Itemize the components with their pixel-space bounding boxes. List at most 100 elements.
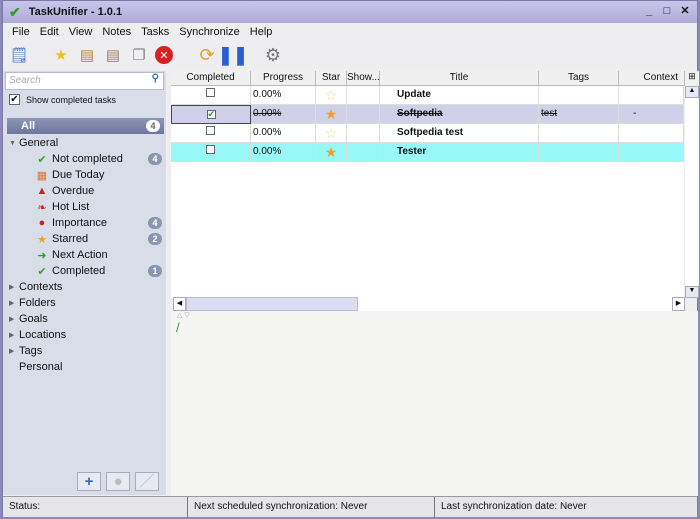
- expand-icon[interactable]: ▼: [9, 140, 19, 147]
- maximize-button[interactable]: □: [659, 4, 675, 19]
- column-header-completed[interactable]: Completed: [171, 71, 251, 86]
- star-empty-icon[interactable]: ☆: [316, 86, 347, 105]
- menu-tasks[interactable]: Tasks: [136, 23, 174, 41]
- edit-icon[interactable]: ▤: [77, 45, 97, 65]
- tags-cell[interactable]: [539, 143, 619, 162]
- table-row[interactable]: 0.00% ☆ Softpedia test: [171, 124, 684, 143]
- vertical-scrollbar[interactable]: ▲ ▼: [685, 86, 699, 298]
- show-cell[interactable]: [347, 143, 380, 162]
- show-cell[interactable]: [347, 105, 380, 124]
- pause-icon[interactable]: ❚❚: [218, 45, 248, 65]
- column-header-title[interactable]: Title: [380, 71, 539, 86]
- menu-synchronize[interactable]: Synchronize: [174, 23, 245, 41]
- table-row[interactable]: 0.00% ☆ Update: [171, 86, 684, 105]
- sidebar-item-starred[interactable]: ★ Starred 2: [3, 231, 166, 247]
- completed-cell[interactable]: [171, 86, 251, 105]
- table-row[interactable]: ✔ 0.00% ★ Softpedia test -: [171, 105, 684, 124]
- title-cell[interactable]: Softpedia: [380, 105, 539, 124]
- tree-general[interactable]: ▼ General: [3, 135, 166, 151]
- tags-cell[interactable]: test: [539, 105, 619, 124]
- column-header-star[interactable]: Star: [316, 71, 347, 86]
- expand-icon[interactable]: ▶: [9, 315, 19, 323]
- star-filled-icon[interactable]: ★: [316, 105, 347, 124]
- tree-contexts[interactable]: ▶ Contexts: [3, 279, 166, 295]
- menu-file[interactable]: File: [7, 23, 35, 41]
- checkbox[interactable]: ✔: [9, 94, 20, 105]
- column-header-progress[interactable]: Progress: [251, 71, 316, 86]
- sidebar-item-hot-list[interactable]: ❧ Hot List: [3, 199, 166, 215]
- sync-icon[interactable]: ⟳: [197, 45, 217, 65]
- menu-view[interactable]: View: [64, 23, 98, 41]
- note-editor[interactable]: △ ▽ /: [171, 311, 698, 496]
- settings-icon[interactable]: ⚙: [263, 45, 283, 65]
- title-cell[interactable]: Update: [380, 86, 539, 105]
- context-cell[interactable]: [619, 143, 684, 162]
- completed-checkbox[interactable]: [206, 126, 215, 135]
- title-cell[interactable]: Softpedia test: [380, 124, 539, 143]
- progress-cell[interactable]: 0.00%: [251, 105, 316, 124]
- column-header-tags[interactable]: Tags: [539, 71, 619, 86]
- search-icon[interactable]: ⚲: [152, 73, 159, 84]
- completed-checkbox[interactable]: ✔: [206, 110, 216, 119]
- close-button[interactable]: ✕: [677, 4, 693, 19]
- add-folder-icon[interactable]: ★: [51, 45, 71, 65]
- tree-goals[interactable]: ▶ Goals: [3, 311, 166, 327]
- completed-checkbox[interactable]: [206, 145, 215, 154]
- progress-cell[interactable]: 0.00%: [251, 124, 316, 143]
- tree-personal[interactable]: Personal: [3, 359, 166, 375]
- column-header-context[interactable]: Context: [619, 71, 685, 86]
- completed-cell[interactable]: [171, 124, 251, 143]
- context-cell[interactable]: -: [619, 105, 684, 124]
- column-header-show[interactable]: Show...: [347, 71, 380, 86]
- scroll-right-button[interactable]: ▶: [672, 297, 685, 311]
- scroll-left-button[interactable]: ◀: [173, 297, 186, 311]
- minimize-button[interactable]: _: [641, 4, 657, 19]
- scroll-thumb[interactable]: [186, 297, 358, 311]
- show-cell[interactable]: [347, 86, 380, 105]
- tree-locations[interactable]: ▶ Locations: [3, 327, 166, 343]
- progress-cell[interactable]: 0.00%: [251, 143, 316, 162]
- sidebar-item-overdue[interactable]: ▲ Overdue: [3, 183, 166, 199]
- star-empty-icon[interactable]: ☆: [316, 124, 347, 143]
- splitter-arrows-icon[interactable]: △ ▽: [177, 311, 190, 319]
- new-task-icon[interactable]: 🗒: [9, 45, 29, 65]
- title-cell[interactable]: Tester: [380, 143, 539, 162]
- completed-cell[interactable]: [171, 143, 251, 162]
- delete-icon[interactable]: ✕: [155, 46, 173, 64]
- remove-button[interactable]: ●: [106, 472, 130, 491]
- progress-cell[interactable]: 0.00%: [251, 86, 316, 105]
- column-chooser-icon[interactable]: ⊞: [685, 71, 699, 86]
- tags-cell[interactable]: [539, 86, 619, 105]
- tags-cell[interactable]: [539, 124, 619, 143]
- add-button[interactable]: +: [77, 472, 101, 491]
- star-filled-icon[interactable]: ★: [316, 143, 347, 162]
- tree-tags[interactable]: ▶ Tags: [3, 343, 166, 359]
- search-input[interactable]: Search ⚲: [5, 72, 164, 90]
- expand-icon[interactable]: ▶: [9, 299, 19, 307]
- completed-checkbox[interactable]: [206, 88, 215, 97]
- scroll-down-button[interactable]: ▼: [685, 286, 699, 298]
- edit-pencil-icon[interactable]: /: [176, 320, 180, 335]
- sidebar-item-importance[interactable]: ● Importance 4: [3, 215, 166, 231]
- menu-edit[interactable]: Edit: [35, 23, 64, 41]
- sidebar-item-next-action[interactable]: ➜ Next Action: [3, 247, 166, 263]
- context-cell[interactable]: [619, 124, 684, 143]
- scroll-up-button[interactable]: ▲: [685, 86, 699, 98]
- horizontal-scrollbar[interactable]: ◀ ▶: [173, 297, 685, 311]
- copy-icon[interactable]: ❐: [129, 45, 149, 65]
- template-icon[interactable]: ▤: [103, 45, 123, 65]
- menu-help[interactable]: Help: [245, 23, 278, 41]
- sidebar-item-due-today[interactable]: ▦ Due Today: [3, 167, 166, 183]
- sidebar-item-completed[interactable]: ✔ Completed 1: [3, 263, 166, 279]
- show-completed-checkbox[interactable]: ✔ Show completed tasks: [9, 94, 116, 105]
- sidebar-item-all[interactable]: All 4: [7, 118, 164, 134]
- completed-cell[interactable]: ✔: [171, 105, 251, 124]
- edit-button[interactable]: ／: [135, 472, 159, 491]
- menu-notes[interactable]: Notes: [97, 23, 136, 41]
- expand-icon[interactable]: ▶: [9, 347, 19, 355]
- context-cell[interactable]: [619, 86, 684, 105]
- sidebar-item-not-completed[interactable]: ✔ Not completed 4: [3, 151, 166, 167]
- tree-folders[interactable]: ▶ Folders: [3, 295, 166, 311]
- expand-icon[interactable]: ▶: [9, 331, 19, 339]
- expand-icon[interactable]: ▶: [9, 283, 19, 291]
